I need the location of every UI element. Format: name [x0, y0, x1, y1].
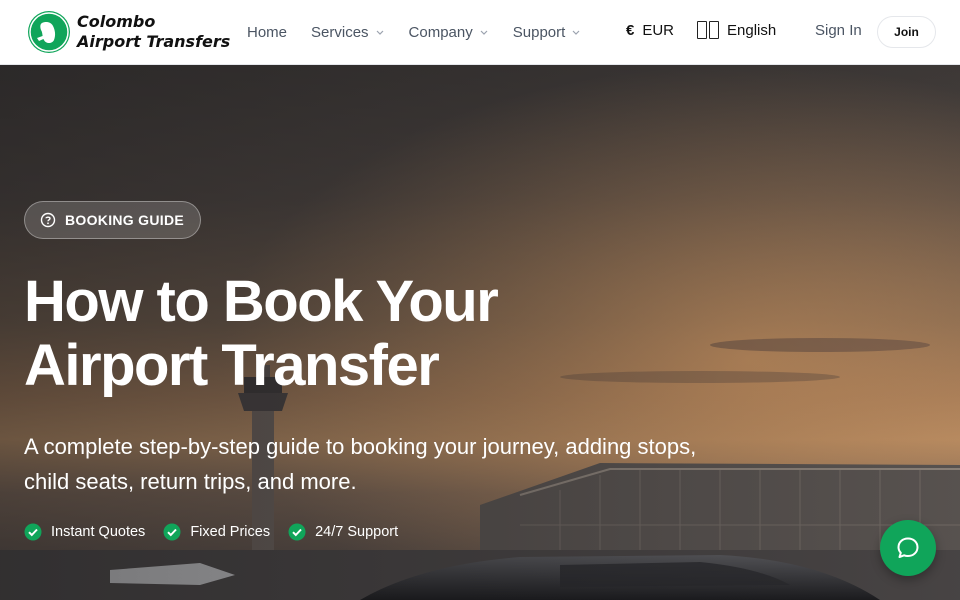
feature-item: Instant Quotes: [24, 523, 145, 541]
nav-item-home[interactable]: Home: [247, 24, 287, 41]
feature-label: 24/7 Support: [315, 524, 399, 540]
chat-bubble-icon: [897, 537, 919, 558]
feature-label: Fixed Prices: [190, 524, 271, 540]
feature-item: 24/7 Support: [288, 523, 398, 541]
check-circle-icon: [163, 523, 181, 541]
feature-label: Instant Quotes: [51, 524, 146, 540]
nav-company-label: Company: [408, 23, 473, 41]
hero-section: BOOKING GUIDE How to Book Your Airport T…: [0, 65, 960, 600]
hero-subtitle: A complete step-by-step guide to booking…: [24, 434, 697, 494]
brand-logo[interactable]: Colombo Airport Transfers: [28, 11, 230, 53]
brand-line-2: Airport Transfers: [77, 32, 231, 51]
join-button[interactable]: Join: [877, 16, 936, 48]
hero-title-line-1: How to Book Your: [24, 269, 499, 334]
sign-in-link[interactable]: Sign In: [815, 22, 862, 39]
brand-line-1: Colombo: [77, 12, 156, 31]
nav-item-support[interactable]: Support: [513, 24, 582, 41]
nav-support-label: Support: [512, 23, 566, 41]
help-circle-icon: [40, 212, 56, 228]
main-nav: Home Services Company Support: [247, 0, 605, 64]
nav-services-label: Services: [311, 23, 369, 41]
chevron-down-icon: [376, 30, 383, 35]
nav-home-label: Home: [247, 23, 288, 41]
chevron-down-icon: [572, 30, 580, 35]
feature-item: Fixed Prices: [163, 523, 270, 541]
language-flag-icon: [697, 21, 719, 39]
hero-title-line-2: Airport Transfer: [24, 333, 440, 398]
site-header: Colombo Airport Transfers Home Services …: [0, 0, 960, 65]
plane-logo-icon: [28, 11, 70, 53]
brand-name: Colombo Airport Transfers: [77, 12, 230, 52]
euro-icon: €: [626, 22, 635, 39]
currency-label: EUR: [642, 22, 675, 39]
badge-label: BOOKING GUIDE: [65, 212, 185, 228]
nav-item-company[interactable]: Company: [409, 24, 489, 41]
currency-selector[interactable]: € EUR: [626, 22, 674, 39]
check-circle-icon: [24, 523, 42, 541]
hero-title: How to Book Your Airport Transfer: [24, 270, 644, 398]
language-selector[interactable]: English: [697, 21, 776, 39]
chevron-down-icon: [480, 30, 488, 35]
language-label: English: [727, 21, 777, 39]
booking-guide-badge: BOOKING GUIDE: [24, 201, 202, 239]
nav-item-services[interactable]: Services: [311, 24, 385, 41]
check-circle-icon: [288, 523, 306, 541]
chat-button[interactable]: [880, 520, 936, 576]
feature-list: Instant Quotes Fixed Prices 24/7 Support: [24, 523, 416, 541]
